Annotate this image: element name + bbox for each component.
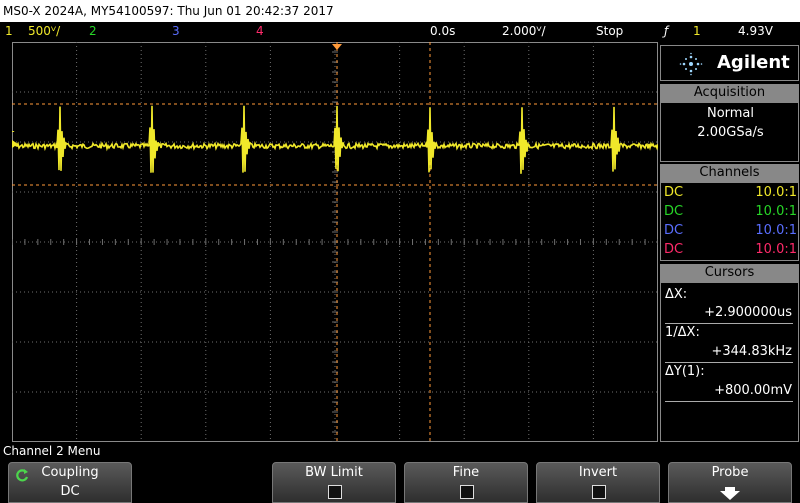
ch1-coupling: DC [664,185,684,200]
channels-panel[interactable]: DC 10.0:1 DC 10.0:1 DC 10.0:1 DC 10.0:1 [660,182,799,261]
fine-checkbox[interactable] [460,485,474,499]
divider [665,323,793,324]
ch1-waveform [12,105,658,174]
coupling-value: DC [60,484,80,499]
fine-label: Fine [452,465,480,480]
cursors-header: Cursors [660,264,799,282]
bw-limit-label: BW Limit [305,465,363,480]
ch1-probe-ratio: 10.0:1 [755,185,797,200]
channel-2-row: DC 10.0:1 [664,203,797,221]
time-scale[interactable]: 2.000ⱽ/ [502,22,546,41]
ch1-scale[interactable]: 500ⱽ/ [28,22,60,41]
cursors-panel[interactable]: ΔX: +2.900000us 1/ΔX: +344.83kHz ΔY(1): … [660,282,799,442]
inverse-delta-x-label: 1/ΔX: [665,325,700,340]
delta-x-value: +2.900000us [704,305,792,320]
channel-3-row: DC 10.0:1 [664,222,797,240]
agilent-spark-icon [679,52,703,76]
ch2-probe-ratio: 10.0:1 [755,204,797,219]
trigger-position-arrow[interactable] [332,44,342,50]
channel-4-row: DC 10.0:1 [664,241,797,259]
brand-name: Agilent [717,52,790,73]
side-panel: Agilent Acquisition Normal 2.00GSa/s Cha… [660,45,799,442]
trigger-level[interactable]: 4.93V [738,22,773,41]
coupling-softkey[interactable]: Coupling DC [8,462,132,503]
inverse-delta-x-value: +344.83kHz [711,344,792,359]
submenu-arrow-icon [720,487,740,500]
ch3-probe-ratio: 10.0:1 [755,223,797,238]
bw-limit-softkey[interactable]: BW Limit [272,462,396,503]
acquisition-header: Acquisition [660,84,799,102]
delta-x-label: ΔX: [665,287,688,302]
delta-y-value: +800.00mV [714,383,792,398]
ch1-number[interactable]: 1 [5,22,13,41]
divider [665,401,793,402]
ch4-probe-ratio: 10.0:1 [755,242,797,257]
ch3-number[interactable]: 3 [172,22,180,41]
channel-1-row: DC 10.0:1 [664,184,797,202]
status-bar: 1 500ⱽ/ 2 3 4 0.0s 2.000ⱽ/ Stop ƒ 1 4.93… [0,22,800,41]
window-title: MS0-X 2024A, MY54100597: Thu Jun 01 20:4… [0,0,800,22]
sample-rate: 2.00GSa/s [697,125,764,140]
ch2-coupling: DC [664,204,684,219]
invert-label: Invert [578,465,618,480]
divider [665,362,793,363]
acquisition-mode: Normal [706,106,755,121]
probe-label: Probe [711,465,749,480]
trigger-channel[interactable]: 1 [693,22,701,41]
brand-logo: Agilent [660,45,799,81]
ch4-number[interactable]: 4 [256,22,264,41]
ch4-coupling: DC [664,242,684,257]
acquisition-panel[interactable]: Normal 2.00GSa/s [660,102,799,162]
ch2-number[interactable]: 2 [89,22,97,41]
waveform-display[interactable]: T 1 [12,42,658,442]
menu-title: Channel 2 Menu [3,444,101,458]
channels-header: Channels [660,164,799,182]
trigger-edge-icon: ƒ [664,24,669,38]
trigger-level-marker[interactable]: T [12,130,15,141]
fine-softkey[interactable]: Fine [404,462,528,503]
ch3-coupling: DC [664,223,684,238]
coupling-label: Coupling [41,465,99,480]
time-offset[interactable]: 0.0s [430,22,455,41]
delta-y-label: ΔY(1): [665,364,705,379]
bw-limit-checkbox[interactable] [328,485,342,499]
probe-softkey[interactable]: Probe [668,462,792,503]
invert-softkey[interactable]: Invert [536,462,660,503]
run-state[interactable]: Stop [596,22,623,41]
graticule [12,42,658,442]
invert-checkbox[interactable] [592,485,606,499]
